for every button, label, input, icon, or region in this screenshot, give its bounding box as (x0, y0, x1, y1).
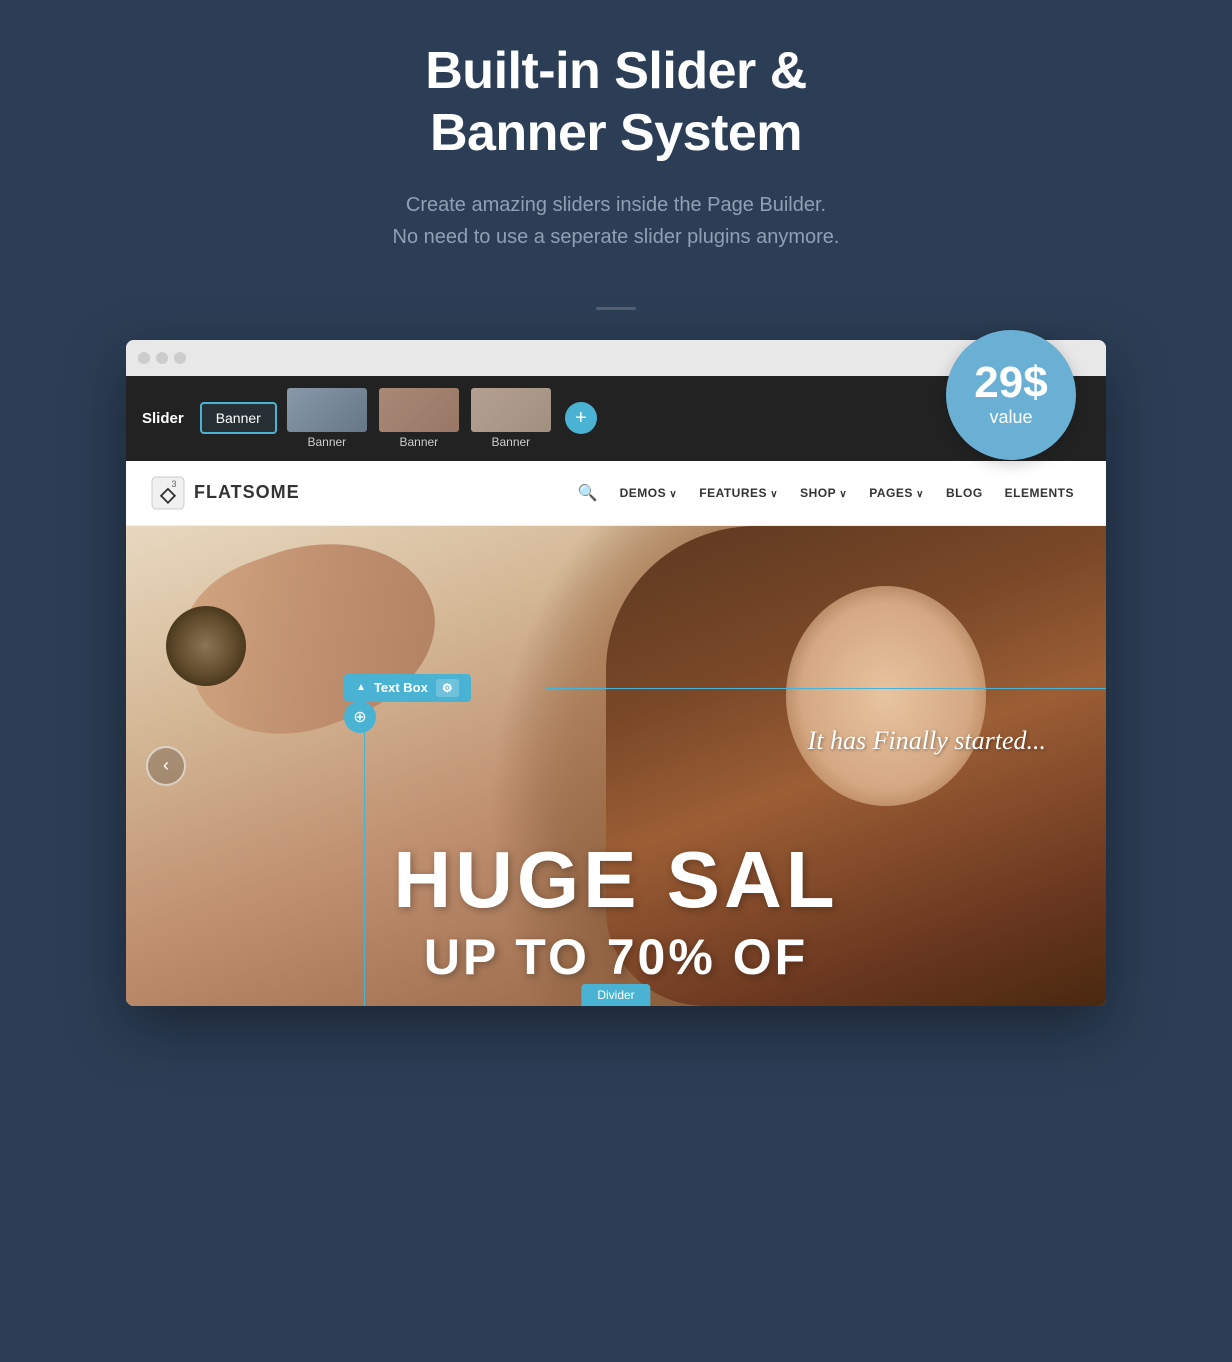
svg-text:3: 3 (171, 479, 176, 489)
hero-section: ▲ Text Box ⚙ ⊕ It has Finally started...… (126, 526, 1106, 1006)
subtitle: Create amazing sliders inside the Page B… (393, 189, 840, 253)
hero-italic-text: It has Finally started... (808, 726, 1046, 756)
text-box-tooltip[interactable]: ▲ Text Box ⚙ (344, 674, 471, 702)
banner-tab-active[interactable]: Banner (200, 402, 277, 434)
hero-face (786, 586, 986, 806)
nav-item-features[interactable]: FEATURES (691, 482, 786, 504)
header-section: Built-in Slider & Banner System Create a… (393, 40, 840, 253)
text-box-line-h (546, 688, 1106, 689)
site-header: ◇ 3 FLATSOME 🔍 DEMOS FEATURES SHOP PAGES… (126, 461, 1106, 526)
banner-tab-4[interactable]: Banner (469, 386, 553, 451)
nav-item-pages[interactable]: PAGES (861, 482, 932, 504)
banner-tab-2[interactable]: Banner (285, 386, 369, 451)
nav-item-blog[interactable]: BLOG (938, 482, 991, 504)
browser-dot-1 (138, 352, 150, 364)
demo-container: 29$ value Slider Banner Bann (126, 340, 1106, 1006)
slider-prev-button[interactable]: ‹ (146, 746, 186, 786)
banner-thumb-3 (379, 388, 459, 432)
nav-item-elements[interactable]: ELEMENTS (997, 482, 1082, 504)
logo-icon: ◇ 3 (150, 475, 186, 511)
section-divider (596, 307, 636, 310)
divider-bar[interactable]: Divider (581, 984, 650, 1006)
browser-frame: Slider Banner Banner Banner (126, 340, 1106, 1006)
value-price: 29$ (974, 361, 1047, 405)
page-wrapper: Built-in Slider & Banner System Create a… (66, 40, 1166, 1006)
hero-huge-sale-text: HUGE SAL (126, 834, 1106, 926)
text-box-line-v (364, 688, 365, 1006)
banner-thumb-4 (471, 388, 551, 432)
nav-item-shop[interactable]: SHOP (792, 482, 855, 504)
banner-tab-3[interactable]: Banner (377, 386, 461, 451)
slider-label: Slider (142, 410, 184, 427)
site-nav: 🔍 DEMOS FEATURES SHOP PAGES BLOG ELEMENT… (578, 482, 1082, 504)
value-label: value (989, 407, 1032, 428)
tooltip-arrow-icon: ▲ (356, 682, 366, 693)
drag-handle[interactable]: ⊕ (344, 701, 376, 733)
chevron-left-icon: ‹ (163, 755, 169, 776)
banner-thumb-2 (287, 388, 367, 432)
browser-dot-2 (156, 352, 168, 364)
gear-icon[interactable]: ⚙ (436, 679, 459, 697)
move-icon: ⊕ (353, 707, 366, 727)
hero-bracelet (166, 606, 246, 686)
value-badge: 29$ value (946, 330, 1076, 460)
site-logo: ◇ 3 FLATSOME (150, 475, 300, 511)
nav-item-demos[interactable]: DEMOS (612, 482, 686, 504)
search-icon[interactable]: 🔍 (578, 483, 598, 503)
logo-text: FLATSOME (194, 482, 300, 503)
text-box-label: Text Box (374, 680, 428, 695)
browser-dot-3 (174, 352, 186, 364)
hero-up-to-text: UP TO 70% OF (126, 928, 1106, 986)
main-title: Built-in Slider & Banner System (393, 40, 840, 165)
add-tab-button[interactable]: + (565, 402, 597, 434)
